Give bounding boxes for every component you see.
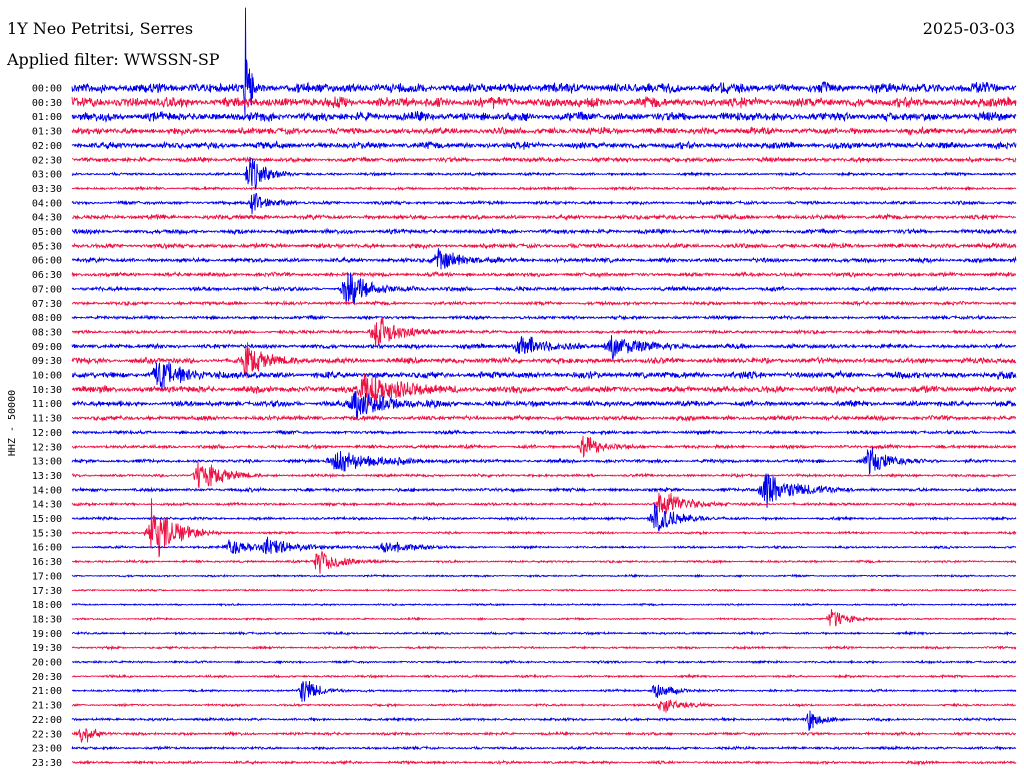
time-tick-label: 18:30 (32, 614, 62, 625)
trace-row-1930 (71, 644, 1017, 651)
time-tick-label: 06:00 (32, 256, 62, 267)
time-tick-label: 15:00 (32, 514, 62, 525)
time-tick-label: 04:00 (32, 198, 62, 209)
time-tick-label: 20:30 (32, 672, 62, 683)
time-tick-label: 09:30 (32, 356, 62, 367)
trace-row-0400 (71, 192, 1017, 215)
trace-row-0030 (71, 96, 1017, 110)
trace-row-0300 (71, 156, 1017, 190)
time-tick-label: 18:00 (32, 600, 62, 611)
trace-row-1700 (71, 573, 1017, 579)
time-tick-label: 21:00 (32, 686, 62, 697)
trace-row-1900 (71, 630, 1017, 637)
trace-row-0530 (71, 241, 1017, 250)
trace-row-1100 (71, 391, 1017, 419)
trace-row-0630 (71, 270, 1017, 279)
trace-row-2330 (71, 759, 1017, 766)
channel-label: HHZ - 50000 (7, 390, 18, 456)
time-tick-label: 11:00 (32, 399, 62, 410)
trace-row-1430 (71, 492, 1017, 515)
time-tick-label: 22:00 (32, 715, 62, 726)
time-tick-label: 19:00 (32, 629, 62, 640)
trace-row-0700 (71, 272, 1017, 305)
trace-row-1600 (71, 536, 1017, 555)
helicorder-plot: 00:00 00:30 01:00 01:30 02:00 02:30 03:00 03:30… (7, 7, 1017, 769)
trace-row-2300 (71, 744, 1017, 751)
time-tick-label: 07:30 (32, 299, 62, 310)
trace-row-0430 (71, 212, 1017, 222)
trace-row-1630 (71, 550, 1017, 574)
trace-row-0800 (71, 314, 1017, 321)
trace-row-1000 (71, 361, 1017, 390)
time-tick-label: 10:30 (32, 385, 62, 396)
trace-row-2100 (71, 680, 1017, 702)
trace-row-0100 (71, 110, 1017, 124)
trace-row-0200 (71, 140, 1017, 151)
time-tick-label: 13:00 (32, 457, 62, 468)
trace-row-2230 (71, 728, 1017, 743)
trace-row-2130 (71, 699, 1017, 713)
trace-row-0130 (71, 125, 1017, 137)
time-tick-label: 13:30 (32, 471, 62, 482)
trace-row-0600 (71, 248, 1017, 270)
trace-row-1500 (71, 504, 1017, 532)
trace-row-1800 (71, 602, 1017, 607)
time-tick-label: 12:00 (32, 428, 62, 439)
trace-row-2200 (71, 710, 1017, 731)
time-tick-label: 08:00 (32, 313, 62, 324)
time-tick-label: 02:00 (32, 141, 62, 152)
trace-row-0500 (71, 227, 1017, 236)
time-tick-group: 00:00 00:30 01:00 01:30 02:00 02:30 03:00 03:30… (32, 84, 62, 769)
time-tick-label: 23:00 (32, 744, 62, 755)
time-tick-label: 12:30 (32, 442, 62, 453)
time-tick-label: 23:30 (32, 758, 62, 769)
time-tick-label: 04:30 (32, 213, 62, 224)
time-tick-label: 03:30 (32, 184, 62, 195)
time-tick-label: 01:30 (32, 127, 62, 138)
trace-row-0330 (71, 185, 1017, 192)
time-tick-label: 16:00 (32, 543, 62, 554)
trace-row-1030 (71, 372, 1017, 406)
time-tick-label: 20:00 (32, 658, 62, 669)
trace-row-1730 (71, 588, 1017, 593)
time-tick-label: 21:30 (32, 701, 62, 712)
trace-row-1200 (71, 429, 1017, 436)
time-tick-label: 08:30 (32, 327, 62, 338)
time-tick-label: 15:30 (32, 528, 62, 539)
time-tick-label: 22:30 (32, 729, 62, 740)
time-tick-label: 10:00 (32, 371, 62, 382)
time-tick-label: 03:00 (32, 170, 62, 181)
time-tick-label: 14:30 (32, 500, 62, 511)
trace-row-0730 (71, 299, 1017, 307)
time-tick-label: 11:30 (32, 414, 62, 425)
trace-row-1230 (71, 435, 1017, 459)
trace-row-1130 (71, 414, 1017, 422)
time-tick-label: 17:00 (32, 571, 62, 582)
trace-group (71, 7, 1017, 766)
time-tick-label: 06:30 (32, 270, 62, 281)
time-tick-label: 02:30 (32, 155, 62, 166)
trace-row-1830 (71, 609, 1017, 627)
time-tick-label: 05:00 (32, 227, 62, 238)
time-tick-label: 14:00 (32, 485, 62, 496)
time-tick-label: 19:30 (32, 643, 62, 654)
trace-row-0900 (71, 335, 1017, 360)
time-tick-label: 00:00 (32, 84, 62, 95)
time-tick-label: 05:30 (32, 241, 62, 252)
trace-row-1530 (71, 498, 1017, 558)
trace-row-2000 (71, 659, 1017, 665)
time-tick-label: 17:30 (32, 586, 62, 597)
time-tick-label: 00:30 (32, 98, 62, 109)
trace-row-0230 (72, 155, 1017, 164)
time-tick-label: 09:00 (32, 342, 62, 353)
time-tick-label: 01:00 (32, 112, 62, 123)
trace-row-2030 (71, 673, 1017, 680)
time-tick-label: 16:30 (32, 557, 62, 568)
time-tick-label: 07:00 (32, 284, 62, 295)
